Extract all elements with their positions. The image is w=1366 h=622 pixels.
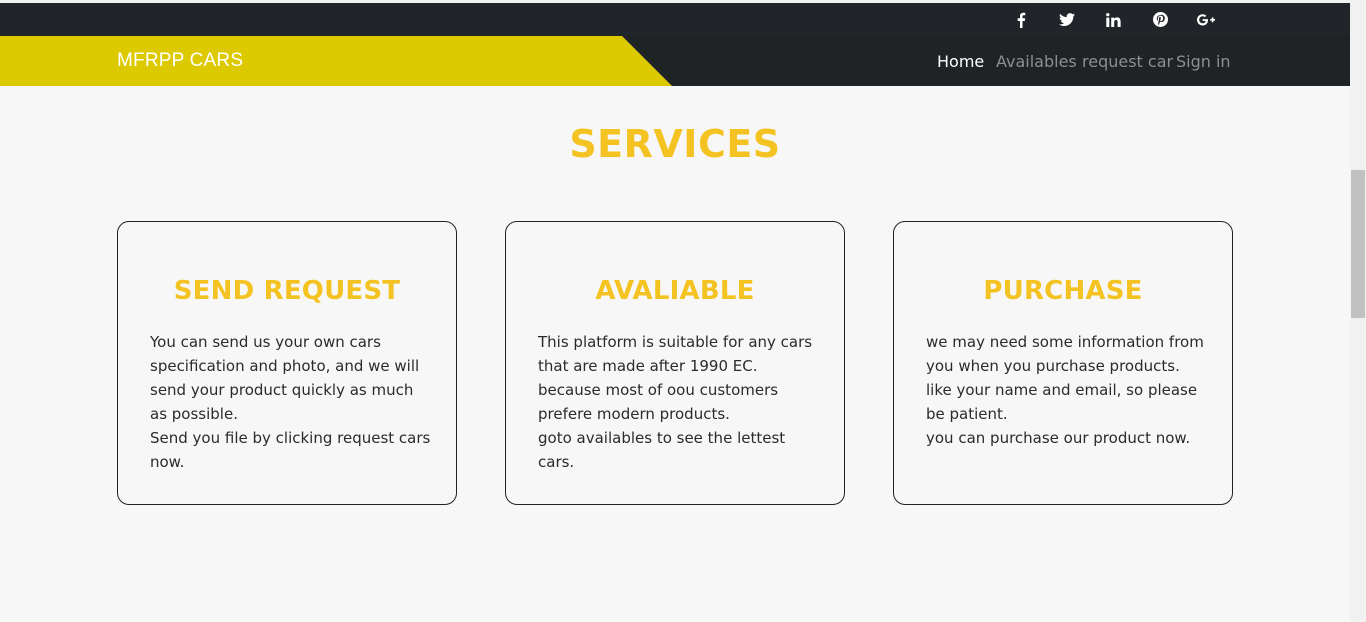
card-body: we may need some information from you wh… xyxy=(926,330,1208,450)
facebook-icon[interactable] xyxy=(1008,3,1034,36)
page: MFRPP CARS Home Availables request car S… xyxy=(0,0,1366,622)
linkedin-icon[interactable] xyxy=(1100,3,1126,36)
pinterest-icon[interactable] xyxy=(1147,3,1173,36)
brand-banner xyxy=(0,36,672,86)
nav-sign-in[interactable]: Sign in xyxy=(1176,52,1231,71)
google-plus-icon[interactable] xyxy=(1193,3,1219,36)
nav-request-car[interactable]: request car xyxy=(1082,52,1173,71)
scrollbar-thumb[interactable] xyxy=(1351,170,1365,318)
card-title: SEND REQUEST xyxy=(173,276,401,306)
twitter-icon[interactable] xyxy=(1054,3,1080,36)
nav-home[interactable]: Home xyxy=(937,52,984,71)
card-title: PURCHASE xyxy=(983,276,1143,306)
card-paragraph: Send you file by clicking request cars n… xyxy=(150,429,431,471)
card-paragraph: goto availables to see the lettest cars. xyxy=(538,429,786,471)
card-paragraph: we may need some information from you wh… xyxy=(926,333,1204,423)
main-navbar: MFRPP CARS Home Availables request car S… xyxy=(0,36,1350,86)
nav-availables[interactable]: Availables xyxy=(996,52,1077,71)
card-body: This platform is suitable for any cars t… xyxy=(538,330,820,474)
card-title: AVALIABLE xyxy=(595,276,755,306)
service-card-available: AVALIABLE This platform is suitable for … xyxy=(505,221,845,505)
service-card-send-request: SEND REQUEST You can send us your own ca… xyxy=(117,221,457,505)
card-paragraph: You can send us your own cars specificat… xyxy=(150,333,420,423)
services-title: SERVICES xyxy=(569,122,781,166)
card-paragraph: This platform is suitable for any cars t… xyxy=(538,333,813,423)
brand-logo-link[interactable]: MFRPP CARS xyxy=(117,50,243,72)
card-body: You can send us your own cars specificat… xyxy=(150,330,432,474)
service-card-purchase: PURCHASE we may need some information fr… xyxy=(893,221,1233,505)
social-topbar xyxy=(0,3,1350,36)
card-paragraph: you can purchase our product now. xyxy=(926,429,1191,447)
